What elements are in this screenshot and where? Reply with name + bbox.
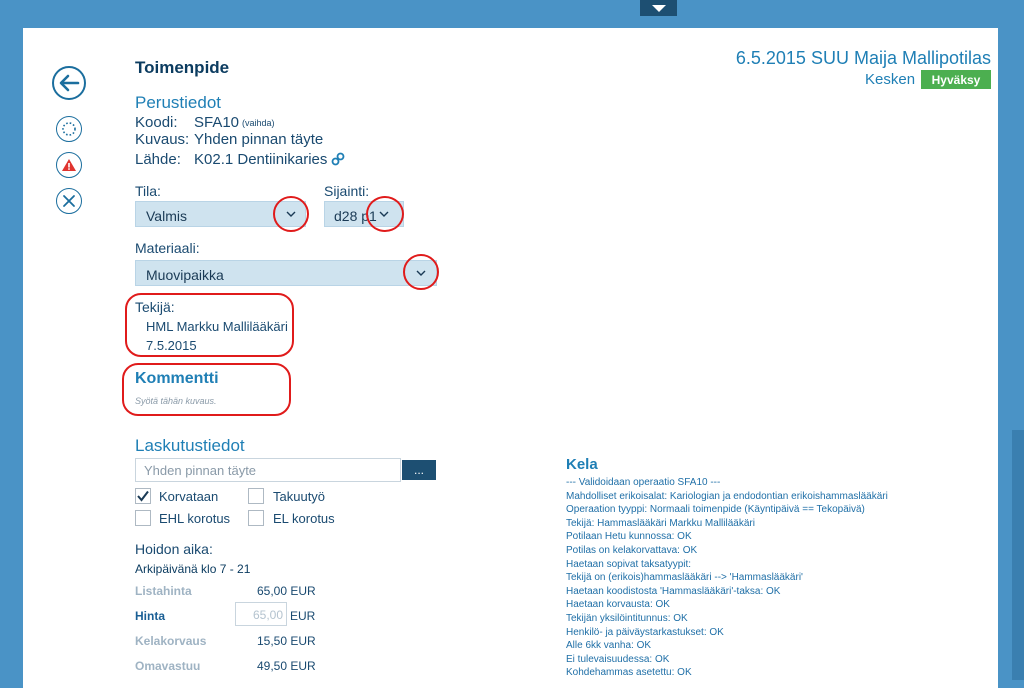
care-time-value: Arkipäivänä klo 7 - 21 [135,562,251,576]
chevron-down-icon [651,4,666,12]
warning-icon [62,159,76,171]
kela-log-line: Potilas on kelakorvattava: OK [566,545,698,556]
kela-compensation-label: Kelakorvaus [135,634,207,648]
kela-log-line: Tekijän yksilöintitunnus: OK [566,613,688,624]
billing-more-button[interactable]: ... [402,460,436,480]
state-label: Tila: [135,183,161,199]
close-icon [63,195,75,207]
kela-log-line: Ei tulevaisuudessa: OK [566,653,670,665]
arrow-left-icon [59,74,80,92]
kela-log-line: Mahdolliset erikoisalat: Kariologian ja … [566,490,888,502]
own-share-label: Omavastuu [135,659,201,673]
annotation-circle [403,254,439,290]
kela-log-line: Tekijä on (erikois)hammaslääkäri --> 'Ha… [566,572,803,584]
maker-label: Tekijä: [135,299,175,315]
description-label: Kuvaus: [135,131,190,148]
code-value: SFA10 [194,114,240,131]
patient-info: 6.5.2015 SUU Maija Mallipotilas [735,48,991,68]
kela-title: Kela [566,456,598,473]
source-value: K02.1 Dentiinikaries [194,151,328,168]
back-button[interactable] [52,66,86,100]
kela-log-line: Potilaan Hetu kunnossa: OK [566,531,692,543]
scrollbar[interactable] [1012,430,1024,680]
material-label: Materiaali: [135,240,200,256]
list-price-label: Listahinta [135,584,192,598]
maker-name: HML Markku Mallilääkäri [146,319,288,334]
el-label: EL korotus [273,511,335,526]
price-unit: EUR [290,609,316,623]
basic-info-title: Perustiedot [135,93,221,112]
comment-title: Kommentti [135,370,219,387]
own-share-value: 49,50 EUR [257,659,316,673]
kela-log-line: Haetaan sopivat taksatyypit: [566,558,692,570]
kela-log-line: Alle 6kk vanha: OK [566,640,652,652]
location-label: Sijainti: [324,183,370,199]
kela-log-line: Henkilö- ja päiväystarkastukset: OK [566,626,724,638]
comment-input[interactable]: Syötä tähän kuvaus. [135,396,217,406]
change-code-link[interactable]: (vaihda) [242,118,275,128]
kela-log-line: Haetaan korvausta: OK [566,599,670,611]
annotation-circle [366,196,404,232]
approve-button[interactable]: Hyväksy [921,70,991,89]
cancel-button[interactable] [56,188,82,214]
korvataan-checkbox[interactable] [135,488,151,504]
loading-button[interactable] [56,116,82,142]
material-select[interactable]: Muovipaikka [135,260,437,286]
ehl-checkbox[interactable] [135,510,151,526]
kela-compensation-value: 15,50 EUR [257,634,316,648]
kela-log-line: Tekijä: Hammaslääkäri Markku Mallilääkär… [566,517,755,529]
kela-log-line: Operaation tyyppi: Normaali toimenpide (… [566,504,865,516]
billing-title: Laskutustiedot [135,436,245,455]
spinner-icon [62,122,76,136]
billing-description-input[interactable]: Yhden pinnan täyte [135,458,401,482]
korvataan-label: Korvataan [159,489,219,504]
link-icon[interactable] [331,152,345,166]
kela-log-line: Haetaan koodistosta 'Hammaslääkäri'-taks… [566,585,781,597]
care-time-label: Hoidon aika: [135,541,213,557]
state-value: Valmis [146,208,187,224]
material-value: Muovipaikka [146,267,224,283]
annotation-circle [273,196,309,232]
description-value: Yhden pinnan täyte [194,131,324,148]
takuutyo-label: Takuutyö [273,489,326,504]
kela-log-line: Kohdehammas asetettu: OK [566,667,692,679]
price-label: Hinta [135,609,165,623]
el-checkbox[interactable] [248,510,264,526]
kela-log-line: --- Validoidaan operaatio SFA10 --- [566,477,721,488]
collapse-tab[interactable] [640,0,677,16]
warning-button[interactable] [56,152,82,178]
ehl-label: EHL korotus [159,511,231,526]
price-input[interactable]: 65,00 [235,602,287,626]
status-label: Kesken [865,71,916,88]
code-label: Koodi: [135,114,178,131]
page-title: Toimenpide [135,58,230,77]
checkmark-icon [137,490,149,502]
maker-date: 7.5.2015 [146,338,197,353]
takuutyo-checkbox[interactable] [248,488,264,504]
source-label: Lähde: [135,151,181,168]
list-price-value: 65,00 EUR [257,584,316,598]
